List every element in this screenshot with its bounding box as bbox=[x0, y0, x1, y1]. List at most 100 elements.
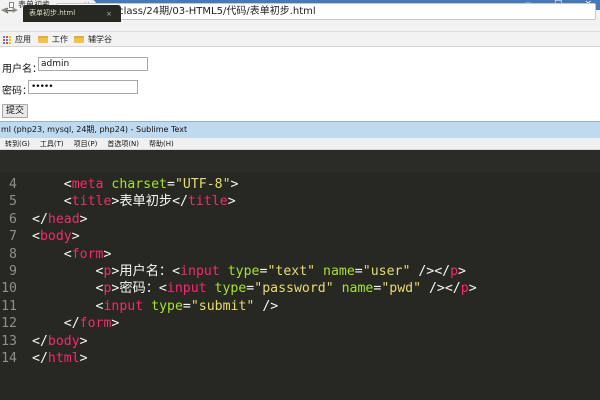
line-number: 9 bbox=[9, 264, 17, 279]
code-token: < bbox=[32, 229, 40, 245]
code-line: <p>用户名：<input type="text" name="user" />… bbox=[32, 263, 466, 280]
bookmark-fuxuegu[interactable]: 辅学谷 bbox=[74, 32, 112, 47]
code-token: input bbox=[180, 264, 220, 279]
code-token: = bbox=[182, 298, 191, 314]
sublime-title-bar: ml (php23, mysql, 24期, php24) - Sublime … bbox=[0, 121, 600, 138]
code-line: <p>密码：<input type="password" name="pwd" … bbox=[32, 280, 477, 297]
editor-tab-close-icon[interactable]: × bbox=[106, 10, 112, 18]
code-token: > bbox=[71, 229, 80, 245]
code-token: = bbox=[354, 264, 363, 279]
bookmark-work[interactable]: 工作 bbox=[38, 32, 68, 47]
bookmarks-bar: 应用 工作 辅学谷 bbox=[0, 32, 600, 47]
code-token: "password" bbox=[254, 281, 334, 297]
line-number: 6 bbox=[9, 211, 17, 227]
code-token: html bbox=[47, 351, 80, 366]
code-token: input bbox=[166, 281, 207, 297]
code-token: < bbox=[32, 281, 104, 297]
folder-icon bbox=[74, 36, 84, 43]
code-token: > bbox=[79, 351, 88, 366]
code-token: type bbox=[214, 281, 247, 297]
code-token: > bbox=[111, 316, 120, 332]
menu-help[interactable]: 帮助(H) bbox=[144, 138, 179, 149]
line-number: 7 bbox=[9, 229, 17, 245]
code-token: title bbox=[187, 194, 228, 210]
code-line: <title>表单初步</title> bbox=[32, 193, 236, 210]
code-token: < bbox=[32, 246, 72, 262]
code-token: > bbox=[79, 211, 88, 227]
code-token: title bbox=[71, 194, 112, 210]
code-token: p bbox=[450, 264, 459, 279]
code-token: type bbox=[227, 264, 260, 279]
code-line: <input type="submit" /> bbox=[32, 298, 279, 315]
code-token: body bbox=[39, 229, 72, 245]
code-token: </ bbox=[32, 316, 80, 332]
line-number: 5 bbox=[9, 194, 17, 210]
menu-goto[interactable]: 转到(G) bbox=[0, 138, 35, 149]
code-token: < bbox=[32, 298, 104, 314]
folder-icon bbox=[38, 36, 48, 43]
code-token: p bbox=[460, 281, 469, 297]
code-token: /></ bbox=[410, 264, 451, 279]
code-token: /> bbox=[254, 298, 279, 314]
code-token: > bbox=[79, 333, 88, 349]
code-token: >密码：< bbox=[111, 281, 167, 297]
tab-scroll-arrows-icon[interactable]: ◀ ▶ bbox=[1, 6, 20, 14]
submit-button[interactable]: 提交 bbox=[2, 104, 28, 118]
code-line: <form> bbox=[32, 246, 112, 263]
code-token: "text" bbox=[267, 264, 316, 279]
bookmark-apps[interactable]: 应用 bbox=[3, 32, 31, 47]
address-bar[interactable]: file:///D:/class/24期/03-HTML5/代码/表单初步.ht… bbox=[56, 3, 596, 20]
code-token: form bbox=[71, 246, 104, 262]
menu-preferences[interactable]: 首选项(N) bbox=[102, 138, 144, 149]
code-token: /></ bbox=[421, 281, 461, 297]
code-token: > bbox=[227, 194, 236, 210]
code-line: </body> bbox=[32, 333, 88, 350]
menu-project[interactable]: 项目(P) bbox=[69, 138, 103, 149]
code-token: = bbox=[167, 177, 175, 192]
code-token: < bbox=[32, 264, 104, 279]
bookmark-label: 辅学谷 bbox=[88, 35, 112, 44]
code-token: "submit" bbox=[190, 298, 255, 314]
code-token: > bbox=[468, 281, 477, 297]
line-number: 13 bbox=[1, 333, 17, 349]
code-token: </ bbox=[32, 211, 48, 227]
code-line: <meta charset="UTF-8"> bbox=[32, 176, 239, 193]
code-token: name bbox=[323, 264, 355, 279]
code-token: < bbox=[32, 177, 72, 192]
password-input[interactable]: ••••• bbox=[28, 80, 138, 94]
code-line: </html> bbox=[32, 350, 88, 367]
bookmark-label: 工作 bbox=[52, 35, 68, 44]
code-token: body bbox=[47, 333, 80, 349]
editor-tab-label: 表单初步.html bbox=[29, 9, 76, 17]
code-token: input bbox=[103, 298, 144, 314]
line-number: 14 bbox=[1, 351, 17, 366]
line-number: 4 bbox=[9, 177, 17, 192]
code-token: >用户名：< bbox=[111, 264, 181, 279]
sublime-menu-bar: 转到(G) 工具(T) 项目(P) 首选项(N) 帮助(H) bbox=[0, 138, 600, 150]
code-token: </ bbox=[32, 333, 48, 349]
code-token: > bbox=[103, 246, 112, 262]
code-token: form bbox=[79, 316, 112, 332]
apps-grid-icon bbox=[3, 35, 11, 44]
username-label: 用户名： bbox=[2, 64, 42, 75]
line-number: 12 bbox=[1, 316, 17, 332]
code-token: name bbox=[341, 281, 374, 297]
line-number: 8 bbox=[9, 246, 17, 262]
line-number: 11 bbox=[1, 298, 17, 314]
sublime-tab-bar bbox=[0, 150, 600, 172]
code-line: <body> bbox=[32, 228, 80, 245]
menu-tools[interactable]: 工具(T) bbox=[35, 138, 69, 149]
code-token: > bbox=[458, 264, 466, 279]
code-token: > bbox=[230, 177, 239, 192]
username-input[interactable]: admin bbox=[38, 57, 148, 71]
code-token: "UTF-8" bbox=[174, 177, 231, 192]
code-token: type bbox=[151, 298, 183, 314]
code-line: </head> bbox=[32, 211, 88, 228]
code-token: head bbox=[47, 211, 80, 227]
code-line: </form> bbox=[32, 315, 120, 332]
code-token: < bbox=[32, 194, 72, 210]
